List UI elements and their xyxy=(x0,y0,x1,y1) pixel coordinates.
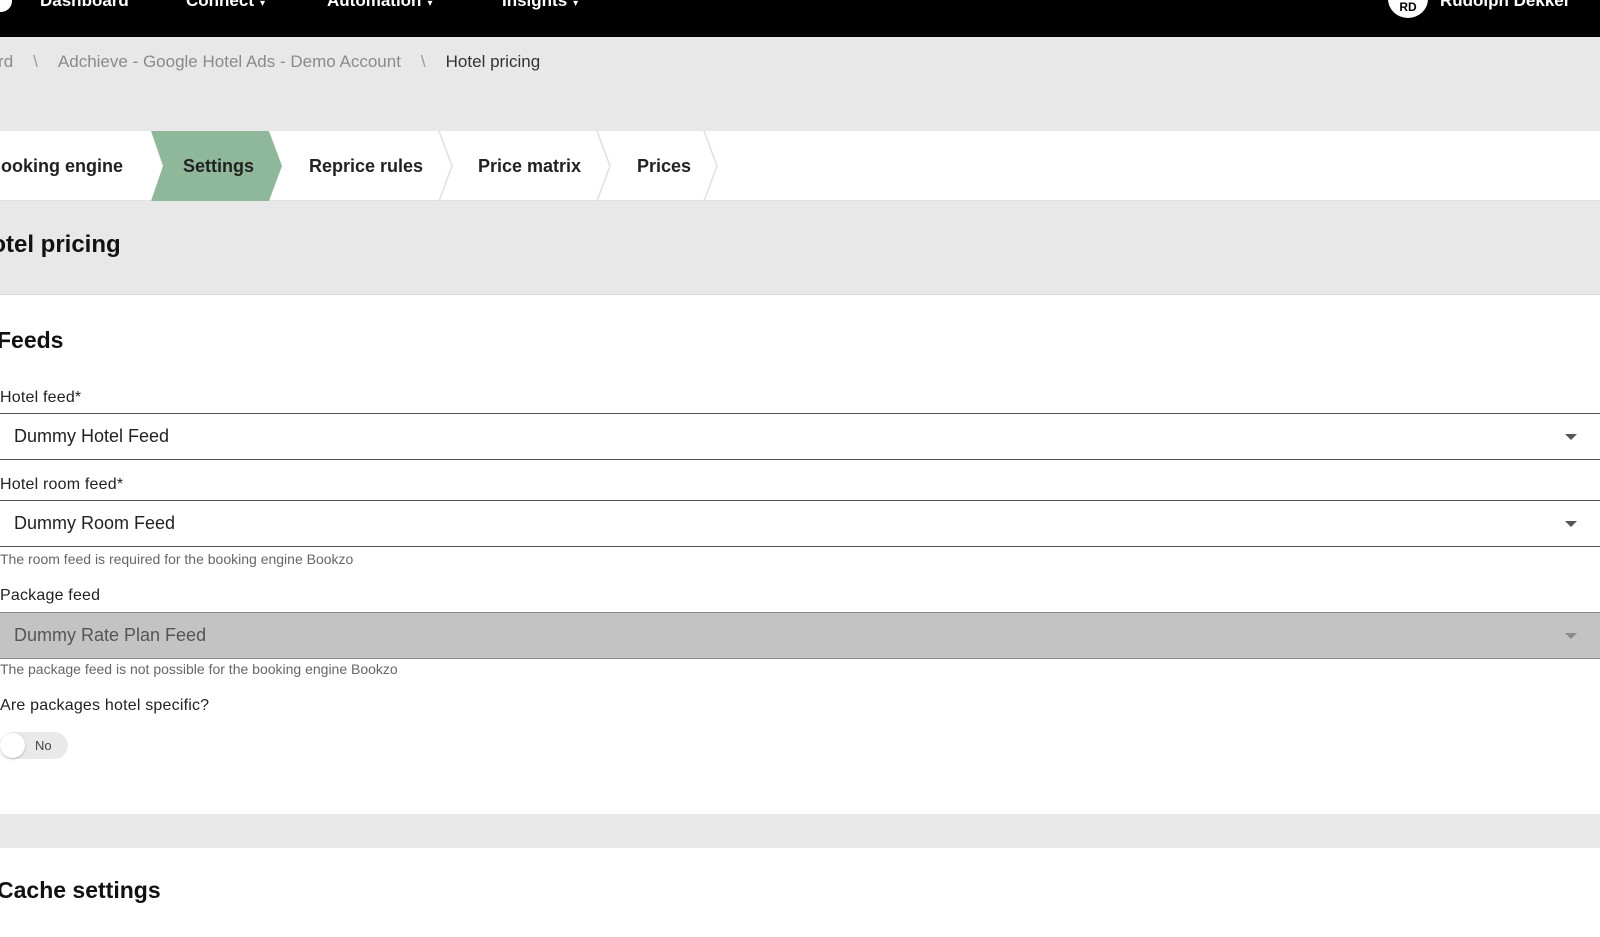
page-title: Hotel pricing xyxy=(0,231,121,258)
hotel-feed-label: Hotel feed* xyxy=(0,389,82,406)
hotel-room-feed-value: Dummy Room Feed xyxy=(14,513,176,533)
feeds-section-title: Feeds xyxy=(0,327,64,353)
nav-item-automation[interactable]: Automation ▾ xyxy=(327,0,432,11)
toggle-knob xyxy=(0,733,25,758)
package-feed-select: Dummy Rate Plan Feed xyxy=(0,612,1600,659)
chevron-down-icon: ▾ xyxy=(260,0,266,9)
tab-booking-engine[interactable]: Booking engine xyxy=(0,131,123,201)
chevron-down-icon xyxy=(1565,434,1577,440)
section-divider xyxy=(0,814,1600,848)
step-tabs: Booking engine Settings Reprice rules Pr… xyxy=(0,131,1600,201)
tab-divider-icon xyxy=(438,131,454,201)
nav-item-insights[interactable]: Insights ▾ xyxy=(502,0,578,11)
avatar[interactable]: RD xyxy=(1388,0,1428,18)
hotel-feed-value: Dummy Hotel Feed xyxy=(14,426,170,446)
breadcrumb: Dashboard \ Adchieve - Google Hotel Ads - … xyxy=(0,52,540,72)
nav-item-label: Connect xyxy=(186,0,254,10)
top-navigation-bar: Dashboard Connect ▾ Automation ▾ Insights ▾… xyxy=(0,0,1600,37)
user-name[interactable]: Rudolph Dekker xyxy=(1440,0,1570,11)
breadcrumb-separator: \ xyxy=(33,52,38,71)
tab-settings[interactable]: Settings xyxy=(183,131,254,201)
package-feed-label: Package feed xyxy=(0,587,101,604)
tab-price-matrix[interactable]: Price matrix xyxy=(478,131,581,201)
nav-item-label: Insights xyxy=(502,0,568,10)
breadcrumb-area: Dashboard \ Adchieve - Google Hotel Ads - … xyxy=(0,37,1600,131)
nav-item-dashboard[interactable]: Dashboard xyxy=(40,0,129,11)
tab-label: Settings xyxy=(183,155,255,176)
tab-label: Price matrix xyxy=(478,155,582,176)
cache-settings-section-title: Cache settings xyxy=(0,877,161,903)
tab-prices[interactable]: Prices xyxy=(637,131,691,201)
breadcrumb-separator: \ xyxy=(420,52,426,71)
tab-divider-icon xyxy=(596,131,612,201)
packages-hotel-specific-label: Are packages hotel specific? xyxy=(0,697,210,714)
chevron-down-icon xyxy=(1565,633,1577,639)
tab-divider-icon xyxy=(703,131,719,201)
nav-item-label: Automation xyxy=(327,0,422,10)
tab-label: Booking engine xyxy=(0,155,123,176)
hotel-room-feed-select[interactable]: Dummy Room Feed xyxy=(0,500,1600,547)
hotel-room-feed-hint: The room feed is required for the bookin… xyxy=(0,551,354,567)
packages-hotel-specific-toggle[interactable]: No xyxy=(0,732,68,759)
hotel-feed-select[interactable]: Dummy Hotel Feed xyxy=(0,413,1600,460)
hotel-room-feed-label: Hotel room feed* xyxy=(0,476,124,493)
breadcrumb-item-dashboard[interactable]: Dashboard xyxy=(0,52,13,72)
breadcrumb-item-current: Hotel pricing xyxy=(445,52,541,71)
chevron-down-icon xyxy=(1565,521,1577,527)
tab-reprice-rules[interactable]: Reprice rules xyxy=(309,131,423,201)
tab-label: Prices xyxy=(637,155,692,176)
tab-label: Reprice rules xyxy=(309,155,424,176)
package-feed-value: Dummy Rate Plan Feed xyxy=(14,625,207,645)
nav-item-connect[interactable]: Connect ▾ xyxy=(186,0,265,11)
page-header: Hotel pricing xyxy=(0,201,1600,295)
package-feed-hint: The package feed is not possible for the… xyxy=(0,661,398,677)
chevron-down-icon: ▾ xyxy=(427,0,433,9)
nav-item-label: Dashboard xyxy=(40,0,129,10)
app-logo-icon[interactable] xyxy=(0,0,12,12)
breadcrumb-item-account[interactable]: Adchieve - Google Hotel Ads - Demo Accou… xyxy=(58,52,401,72)
toggle-state-label: No xyxy=(35,738,52,753)
chevron-down-icon: ▾ xyxy=(573,0,579,9)
